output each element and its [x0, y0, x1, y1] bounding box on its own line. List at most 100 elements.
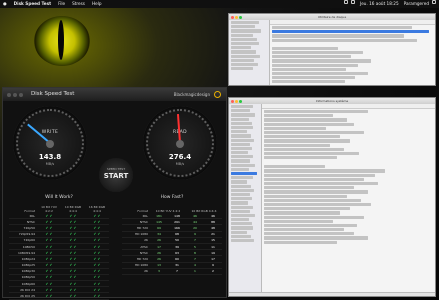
- checkmark-icon: ✔ ✔: [93, 219, 101, 224]
- fps-cell: 46: [211, 213, 215, 218]
- checkmark-icon: ✔ ✔: [69, 213, 77, 218]
- format-cell: 720p59.94: [18, 232, 35, 237]
- spotlight-icon[interactable]: [432, 0, 436, 4]
- format-cell: 1080p30: [21, 269, 35, 274]
- table-row: 2K 3 7 1 2: [122, 269, 222, 275]
- selected-sidebar-item[interactable]: [231, 172, 257, 176]
- fps-cell: 46: [193, 213, 197, 218]
- how-fast-title: How Fast?: [160, 195, 184, 200]
- disk-list: [270, 20, 435, 85]
- format-cell: HD 1080: [134, 263, 148, 268]
- fps-cell: 7: [176, 269, 178, 274]
- speed-gauges: WRITE 143.8 MB/s READ 276.4 MB/s SPEED T…: [3, 102, 228, 192]
- fps-cell: 9: [212, 263, 214, 268]
- checkmark-icon: ✔ ✔: [45, 250, 53, 255]
- system-information-window: Informations système: [228, 97, 436, 297]
- checkmark-icon: ✔ ✔: [45, 269, 53, 274]
- format-cell: HD 720: [136, 225, 148, 230]
- battery-icon[interactable]: [351, 0, 355, 4]
- will-it-work-table: Will It Work? Format 10 Bit YUV 4:2:2 10…: [9, 195, 109, 300]
- checkmark-icon: ✔ ✔: [69, 263, 77, 268]
- menu-app-name[interactable]: Disk Speed Test: [14, 0, 51, 8]
- checkmark-icon: ✔ ✔: [45, 275, 53, 280]
- minimize-button[interactable]: [235, 15, 238, 19]
- format-header: Format: [24, 209, 35, 213]
- format-header: Format: [137, 209, 148, 213]
- checkmark-icon: ✔ ✔: [69, 225, 77, 230]
- format-cell: ATSC: [140, 244, 148, 249]
- checkmark-icon: ✔ ✔: [45, 256, 53, 261]
- fps-cell: 9: [194, 232, 196, 237]
- window-title: Disk Speed Test: [31, 91, 75, 97]
- menu-help[interactable]: Help: [92, 0, 102, 8]
- write-value: 143.8: [38, 153, 62, 161]
- start-button[interactable]: SPEED TEST START: [99, 158, 133, 192]
- table-header: Format 10 Bit YUV 4:2:2 10 Bit RGB 4:4:4…: [9, 203, 109, 213]
- close-button[interactable]: [231, 15, 234, 19]
- selected-row[interactable]: [272, 30, 429, 34]
- format-cell: 1080p25: [21, 263, 35, 268]
- window-title: Utilitaire de disque: [317, 15, 347, 19]
- brand-label: Blackmagicdesign: [173, 92, 210, 97]
- fps-cell: 60: [175, 256, 179, 261]
- zoom-button[interactable]: [239, 15, 242, 19]
- checkmark-icon: ✔ ✔: [69, 256, 77, 261]
- fps-cell: 145: [156, 219, 162, 224]
- checkmark-icon: ✔ ✔: [45, 219, 53, 224]
- menu-bar: ● Disk Speed Test File Stress Help Jeu. …: [0, 0, 439, 8]
- read-unit: MB/s: [175, 162, 185, 166]
- fps-cell: 69: [157, 225, 161, 230]
- close-button[interactable]: [231, 99, 234, 103]
- menu-stress[interactable]: Stress: [72, 0, 85, 8]
- checkmark-icon: ✔ ✔: [93, 232, 101, 237]
- fps-cell: 26: [157, 238, 161, 243]
- checkmark-icon: ✔ ✔: [45, 287, 53, 292]
- checkmark-icon: ✔ ✔: [45, 225, 53, 230]
- checkmark-icon: ✔ ✔: [93, 213, 101, 218]
- format-cell: 1080p24: [21, 256, 35, 261]
- table-header: Format 10 Bit YUV 4:2:2 10 Bit RGB 4:4:4: [122, 203, 222, 213]
- fps-cell: 166: [174, 225, 180, 230]
- close-button[interactable]: [7, 92, 11, 97]
- format-cell: HD 1080: [134, 232, 148, 237]
- zoom-button[interactable]: [19, 92, 23, 97]
- fps-cell: 31: [175, 263, 179, 268]
- checkmark-icon: ✔ ✔: [69, 281, 77, 286]
- format-cell: 2K DCI 25: [20, 294, 35, 299]
- dst-titlebar[interactable]: Disk Speed Test Blackmagicdesign: [3, 88, 226, 101]
- write-gauge: WRITE 143.8 MB/s: [13, 106, 87, 180]
- fps-cell: 68: [175, 232, 179, 237]
- checkmark-icon: ✔ ✔: [93, 256, 101, 261]
- will-it-work-title: Will It Work?: [45, 195, 73, 200]
- col-header: 16 Bit RGB 4:4:4: [88, 205, 106, 213]
- menu-user[interactable]: Paramgered: [404, 0, 429, 8]
- col-header: 10 Bit YUV 4:2:2: [41, 205, 57, 213]
- format-cell: HD 720: [136, 256, 148, 261]
- checkmark-icon: ✔ ✔: [93, 269, 101, 274]
- wifi-icon[interactable]: [344, 0, 348, 4]
- checkmark-icon: ✔ ✔: [45, 263, 53, 268]
- minimize-button[interactable]: [13, 92, 17, 97]
- write-label: WRITE: [41, 130, 59, 135]
- sidebar: [229, 104, 262, 296]
- fps-cell: 15: [211, 238, 215, 243]
- gear-icon[interactable]: [214, 91, 221, 98]
- format-cell: 720p50: [23, 225, 35, 230]
- checkmark-icon: ✔ ✔: [69, 244, 77, 249]
- menu-clock[interactable]: Jeu. 16 août 18:25: [360, 0, 399, 8]
- apple-menu-icon[interactable]: ●: [3, 0, 7, 8]
- checkmark-icon: ✔ ✔: [69, 232, 77, 237]
- checkmark-icon: ✔ ✔: [45, 281, 53, 286]
- fps-cell: 7: [194, 238, 196, 243]
- checkmark-icon: ✔ ✔: [45, 232, 53, 237]
- fps-cell: 3: [158, 269, 160, 274]
- fps-cell: 26: [157, 250, 161, 255]
- menu-file[interactable]: File: [58, 0, 65, 8]
- fps-cell: 13: [157, 263, 161, 268]
- minimize-button[interactable]: [235, 99, 238, 103]
- checkmark-icon: ✔ ✔: [93, 263, 101, 268]
- checkmark-icon: ✔ ✔: [69, 238, 77, 243]
- fps-cell: 50: [175, 238, 179, 243]
- col-header: 10 Bit YUV 4:2:2: [155, 209, 181, 213]
- zoom-button[interactable]: [239, 99, 242, 103]
